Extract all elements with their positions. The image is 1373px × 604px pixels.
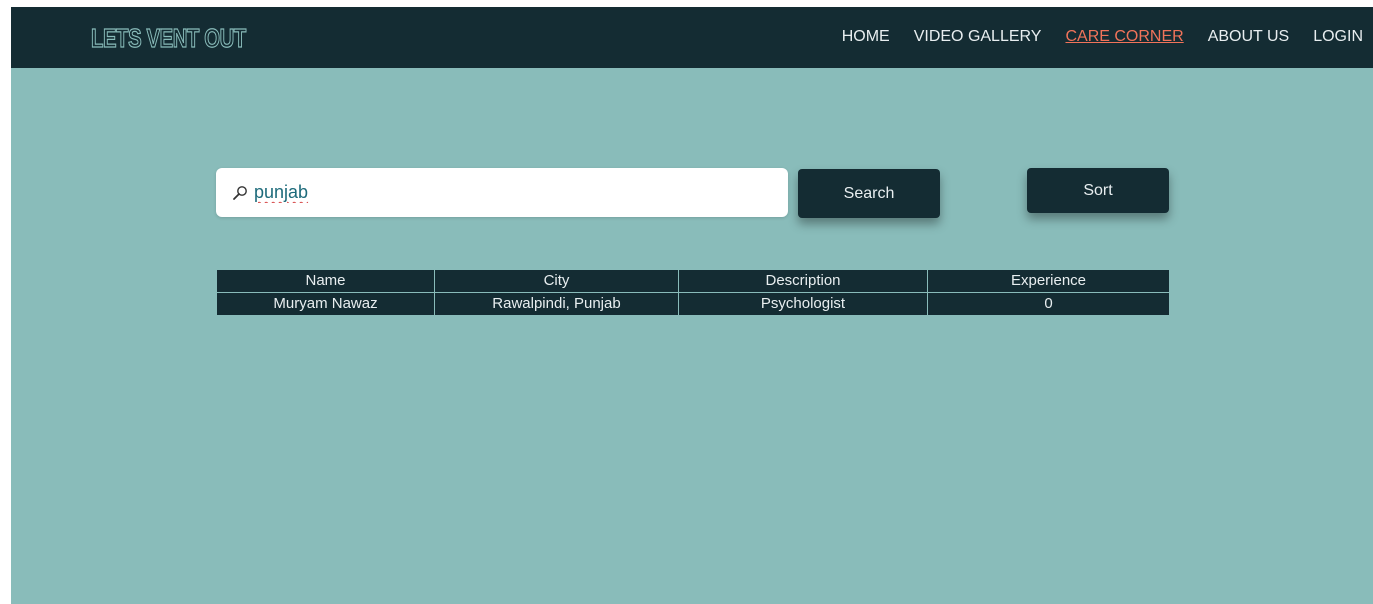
table-header-row: Name City Description Experience xyxy=(216,269,1170,293)
nav-menu: HOME VIDEO GALLERY CARE CORNER ABOUT US … xyxy=(818,28,1363,46)
nav-link-login[interactable]: LOGIN xyxy=(1313,28,1363,46)
nav-link-home[interactable]: HOME xyxy=(842,28,890,46)
column-header-name: Name xyxy=(216,269,435,293)
column-header-city: City xyxy=(434,269,679,293)
table-row: Muryam Nawaz Rawalpindi, Punjab Psycholo… xyxy=(216,292,1170,316)
sort-button[interactable]: Sort xyxy=(1027,168,1169,213)
cell-name: Muryam Nawaz xyxy=(216,292,435,316)
nav-link-care-corner[interactable]: CARE CORNER xyxy=(1065,28,1183,46)
search-icon xyxy=(232,185,248,201)
search-box xyxy=(216,168,788,217)
column-header-description: Description xyxy=(678,269,928,293)
cell-city: Rawalpindi, Punjab xyxy=(434,292,679,316)
search-input[interactable] xyxy=(254,177,774,208)
cell-experience: 0 xyxy=(927,292,1170,316)
navbar: LETS VENT OUT HOME VIDEO GALLERY CARE CO… xyxy=(11,7,1373,68)
nav-link-about-us[interactable]: ABOUT US xyxy=(1208,28,1290,46)
column-header-experience: Experience xyxy=(927,269,1170,293)
search-button[interactable]: Search xyxy=(798,169,940,218)
nav-link-video-gallery[interactable]: VIDEO GALLERY xyxy=(914,28,1042,46)
page-frame: LETS VENT OUT HOME VIDEO GALLERY CARE CO… xyxy=(11,7,1373,604)
cell-description: Psychologist xyxy=(678,292,928,316)
site-logo[interactable]: LETS VENT OUT xyxy=(91,22,247,54)
results-table: Name City Description Experience Muryam … xyxy=(216,269,1170,316)
